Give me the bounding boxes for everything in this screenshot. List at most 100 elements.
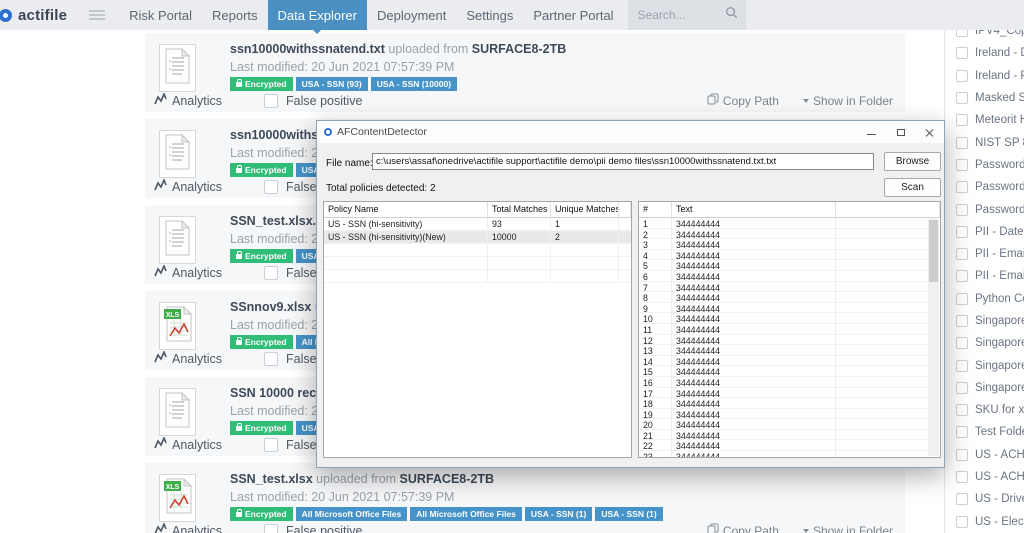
file-name[interactable]: SSN_test.xlsx — [230, 472, 313, 486]
match-table-row[interactable]: 19 344444444 — [639, 408, 940, 420]
match-table-row[interactable]: 4 344444444 — [639, 249, 940, 261]
policy-table-header-cell[interactable]: Unique Matches — [551, 202, 619, 217]
sidebar-item-singapore-passport[interactable]: Singapore - Passport — [945, 354, 1024, 376]
nav-item-deployment[interactable]: Deployment — [367, 0, 456, 30]
sidebar-item-nist-sp-800-171[interactable]: NIST SP 800-171 (118 — [945, 131, 1024, 153]
false-positive-checkbox[interactable] — [264, 351, 279, 366]
match-table-row[interactable]: 11 344444444 — [639, 323, 940, 335]
sidebar-item-password-detection[interactable]: Password Detection ( — [945, 154, 1024, 176]
dialog-titlebar[interactable]: AFContentDetector — [317, 121, 944, 143]
match-table-row[interactable]: 10 344444444 — [639, 313, 940, 324]
browse-button[interactable]: Browse — [884, 152, 941, 171]
match-table-row[interactable]: 3 344444444 — [639, 239, 940, 250]
sidebar-item-us-driver-s-license[interactable]: US - Driver's License ( — [945, 488, 1024, 510]
sidebar-item-password-detection[interactable]: Password Detection_ — [945, 198, 1024, 220]
policy-table-row[interactable]: US - SSN (hi-sensitivity) 93 1 — [324, 218, 631, 231]
policy-table-row[interactable]: US - SSN (hi-sensitivity)(New) 10000 2 — [324, 231, 631, 244]
match-table-row[interactable]: 1 344444444 — [639, 218, 940, 229]
analytics-button[interactable]: Analytics — [154, 91, 222, 108]
sidebar-checkbox[interactable] — [956, 448, 968, 461]
nav-item-risk-portal[interactable]: Risk Portal — [119, 0, 202, 30]
sidebar-item-singapore-work-per[interactable]: Singapore - Work Per — [945, 377, 1024, 399]
analytics-button[interactable]: Analytics — [154, 349, 222, 366]
sidebar-checkbox[interactable] — [956, 47, 968, 60]
maximize-button[interactable] — [886, 121, 915, 143]
match-table-row[interactable]: 9 344444444 — [639, 302, 940, 314]
sidebar-item-pii-email-list-copy[interactable]: PII - Email List_Copy ( — [945, 265, 1024, 287]
sidebar-item-us-electronic-funds[interactable]: US - Electronic Funds — [945, 511, 1024, 533]
nav-item-reports[interactable]: Reports — [202, 0, 268, 30]
match-table-header-cell[interactable]: # — [639, 202, 672, 217]
sidebar-checkbox[interactable] — [956, 315, 968, 327]
sidebar-item-meteorit-hebrew[interactable]: Meteorit Hebrew (2) — [945, 109, 1024, 131]
copy-path-button[interactable]: Copy Path — [707, 523, 779, 533]
false-positive-checkbox[interactable] — [264, 523, 279, 533]
sidebar-checkbox[interactable] — [956, 337, 968, 350]
sidebar-checkbox[interactable] — [956, 471, 968, 484]
sidebar-checkbox[interactable] — [956, 181, 968, 194]
analytics-button[interactable]: Analytics — [154, 263, 222, 280]
sidebar-checkbox[interactable] — [956, 515, 968, 528]
sidebar-checkbox[interactable] — [956, 404, 968, 417]
match-table-row[interactable]: 17 344444444 — [639, 387, 940, 399]
sidebar-item-us-ach-clearing-nu[interactable]: US - ACH Clearing Nu — [945, 444, 1024, 466]
show-in-folder-button[interactable]: Show in Folder — [802, 524, 893, 533]
sidebar-item-singapore-nric-fin[interactable]: Singapore - NRIC/FIN — [945, 332, 1024, 354]
match-table-row[interactable]: 5 344444444 — [639, 260, 940, 271]
match-table-header-cell[interactable]: Text — [672, 202, 836, 217]
scan-button[interactable]: Scan — [884, 178, 941, 197]
copy-path-button[interactable]: Copy Path — [707, 93, 779, 108]
match-table-row[interactable]: 13 344444444 — [639, 345, 940, 356]
menu-icon[interactable] — [89, 10, 106, 20]
match-table-row[interactable]: 16 344444444 — [639, 376, 940, 388]
match-table-row[interactable]: 12 344444444 — [639, 334, 940, 346]
sidebar-item-pii-date-of-birth-us[interactable]: PII - Date of Birth - US — [945, 221, 1024, 243]
match-table-row[interactable]: 21 344444444 — [639, 429, 940, 441]
policy-table-header-cell[interactable]: Total Matches — [488, 202, 551, 217]
sidebar-checkbox[interactable] — [956, 203, 968, 216]
file-name[interactable]: SSnnov9.xlsx — [230, 300, 311, 314]
sidebar-checkbox[interactable] — [956, 381, 968, 394]
sidebar-checkbox[interactable] — [956, 114, 968, 127]
sidebar-checkbox[interactable] — [956, 426, 968, 439]
analytics-button[interactable]: Analytics — [154, 521, 222, 533]
sidebar-checkbox[interactable] — [956, 270, 968, 283]
false-positive-checkbox[interactable] — [264, 265, 279, 280]
policy-table-header-cell[interactable]: Policy Name — [324, 202, 488, 217]
show-in-folder-button[interactable]: Show in Folder — [802, 94, 893, 108]
match-table-row[interactable]: 22 344444444 — [639, 440, 940, 452]
sidebar-checkbox[interactable] — [956, 136, 968, 149]
sidebar-checkbox[interactable] — [956, 158, 968, 171]
false-positive-checkbox[interactable] — [264, 93, 279, 108]
scrollbar-thumb[interactable] — [929, 220, 938, 282]
false-positive-checkbox[interactable] — [264, 179, 279, 194]
nav-item-data-explorer[interactable]: Data Explorer — [267, 0, 367, 34]
sidebar-item-password-detection[interactable]: Password Detection_ — [945, 176, 1024, 198]
minimize-button[interactable] — [857, 121, 886, 143]
match-table-row[interactable]: 2 344444444 — [639, 228, 940, 240]
sidebar-item-singapore-employm[interactable]: Singapore - Employm — [945, 310, 1024, 332]
sidebar-checkbox[interactable] — [956, 225, 968, 238]
match-table-row[interactable]: 6 344444444 — [639, 270, 940, 282]
analytics-button[interactable]: Analytics — [154, 435, 222, 452]
sidebar-item-pii-email-list[interactable]: PII - Email List (4902) — [945, 243, 1024, 265]
match-table-scrollbar[interactable] — [928, 219, 939, 456]
file-name-input[interactable] — [372, 153, 874, 170]
match-table-row[interactable]: 7 344444444 — [639, 281, 940, 293]
sidebar-item-ireland-pps-number[interactable]: Ireland - PPS Number — [945, 65, 1024, 87]
sidebar-item-ireland-driving-licen[interactable]: Ireland - Driving Licen — [945, 42, 1024, 64]
sidebar-checkbox[interactable] — [956, 248, 968, 261]
sidebar-checkbox[interactable] — [956, 92, 968, 105]
sidebar-checkbox[interactable] — [956, 292, 968, 305]
sidebar-item-masked-ssn[interactable]: Masked SSN (4) — [945, 87, 1024, 109]
sidebar-checkbox[interactable] — [956, 359, 968, 372]
search-icon[interactable] — [725, 6, 738, 24]
match-table-row[interactable]: 8 344444444 — [639, 292, 940, 303]
sidebar-item-test-folder-test[interactable]: Test Folder (Test) (8) — [945, 421, 1024, 443]
match-table-row[interactable]: 15 344444444 — [639, 366, 940, 377]
nav-item-partner-portal[interactable]: Partner Portal — [523, 0, 623, 30]
close-button[interactable] — [915, 121, 944, 143]
match-table-row[interactable]: 14 344444444 — [639, 355, 940, 367]
file-name[interactable]: ssn10000withssnatend.txt — [230, 42, 385, 56]
sidebar-checkbox[interactable] — [956, 493, 968, 506]
